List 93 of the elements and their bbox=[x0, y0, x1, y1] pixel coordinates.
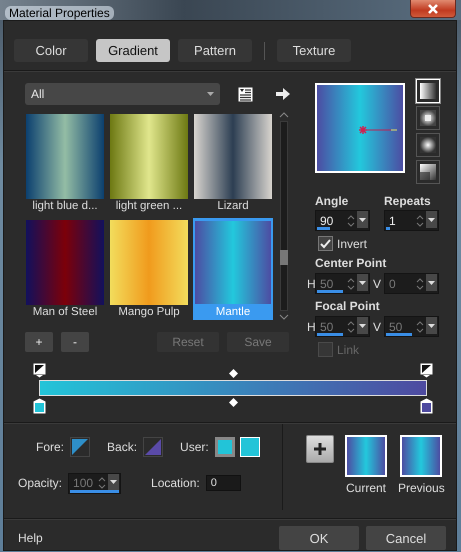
sunburst-gradient-icon bbox=[418, 135, 438, 155]
gradient-name: Man of Steel bbox=[32, 306, 98, 318]
section-label: Center Point bbox=[315, 256, 388, 270]
spin-arrows-icon bbox=[416, 276, 424, 290]
axis-label: H bbox=[307, 276, 315, 290]
dropdown-arrow-icon bbox=[428, 280, 435, 284]
close-button[interactable] bbox=[410, 0, 456, 18]
checkbox-label: Invert bbox=[337, 236, 368, 250]
color-stop[interactable] bbox=[33, 398, 46, 414]
help-button[interactable]: Help bbox=[18, 531, 43, 545]
spin-arrows-icon bbox=[347, 276, 355, 290]
window-title: Material Properties bbox=[5, 6, 114, 20]
dropdown-arrow-icon bbox=[428, 218, 435, 222]
spin-box[interactable]: 90 bbox=[315, 210, 370, 231]
axis-label: V bbox=[372, 276, 382, 290]
style-button[interactable] bbox=[416, 133, 440, 157]
swatch-label: Previous bbox=[398, 481, 445, 495]
dropdown-arrow-icon bbox=[359, 280, 366, 284]
angle-handle-icon bbox=[359, 125, 399, 135]
gradient-tile[interactable]: Mango Pulp bbox=[109, 218, 189, 320]
gradient-name: light green ... bbox=[116, 200, 182, 212]
plus-icon bbox=[313, 442, 327, 456]
field-label: Fore: bbox=[36, 440, 64, 454]
ok-button[interactable]: OK bbox=[279, 526, 359, 550]
dropdown-arrow-icon bbox=[207, 92, 214, 96]
gradient-tile[interactable]: light green ... bbox=[109, 112, 189, 214]
tab[interactable]: Gradient bbox=[96, 39, 170, 62]
color-stop[interactable] bbox=[420, 398, 433, 414]
gradient-name: Lizard bbox=[217, 200, 249, 212]
spin-arrows-icon bbox=[416, 320, 424, 334]
tab[interactable]: Color bbox=[14, 39, 88, 62]
close-icon bbox=[427, 4, 439, 14]
style-button[interactable] bbox=[416, 160, 440, 184]
spin-box[interactable]: 1 bbox=[384, 210, 439, 231]
library-button[interactable]: + bbox=[25, 332, 53, 352]
field-label: Repeats bbox=[384, 194, 432, 208]
gradient-name: light blue d... bbox=[32, 200, 98, 212]
arrow-right-icon bbox=[276, 88, 290, 100]
dropdown-arrow-icon bbox=[110, 480, 118, 484]
scroll-down-icon bbox=[279, 314, 289, 320]
spin-arrows-icon bbox=[347, 214, 355, 228]
field-label: User: bbox=[180, 440, 209, 454]
gradient-preview[interactable] bbox=[315, 83, 405, 173]
dropdown-arrow-icon bbox=[428, 324, 435, 328]
tab[interactable]: Texture bbox=[277, 39, 351, 62]
back-swatch[interactable] bbox=[143, 437, 164, 457]
gradient-name: Mango Pulp bbox=[118, 306, 180, 318]
scrollbar[interactable] bbox=[278, 112, 290, 320]
gradient-tile[interactable]: Man of Steel bbox=[25, 218, 105, 320]
field-label: Opacity: bbox=[18, 476, 62, 490]
opacity-stop-icon bbox=[33, 363, 46, 378]
checkmark-icon bbox=[320, 238, 331, 248]
spin-arrows-icon bbox=[347, 320, 355, 334]
section-label: Focal Point bbox=[315, 299, 381, 313]
radial-gradient-icon bbox=[418, 162, 438, 182]
dropdown-arrow-icon bbox=[359, 218, 366, 222]
gradient-swatch bbox=[345, 435, 387, 477]
spin-arrows-icon bbox=[416, 214, 424, 228]
checkbox-label: Link bbox=[337, 342, 360, 356]
gradient-swatch bbox=[400, 435, 442, 477]
gradient-name: Mantle bbox=[216, 306, 250, 318]
opacity-stop-icon bbox=[420, 363, 433, 378]
color-triangle-icon bbox=[72, 439, 88, 455]
location-field[interactable]: 0 bbox=[206, 475, 241, 491]
category-dropdown[interactable]: All bbox=[25, 83, 220, 105]
gradient-bar[interactable] bbox=[39, 380, 427, 396]
user-swatch[interactable] bbox=[240, 437, 260, 457]
gradient-tile[interactable]: light blue d... bbox=[25, 112, 105, 214]
axis-label: V bbox=[372, 320, 382, 334]
field-label: Angle bbox=[315, 194, 350, 208]
midpoint-icon bbox=[228, 369, 238, 378]
gradient-tile[interactable]: Lizard bbox=[193, 112, 273, 214]
dropdown-arrow-icon bbox=[359, 324, 366, 328]
midpoint-icon bbox=[228, 398, 238, 407]
field-label: Location: bbox=[151, 476, 200, 490]
color-triangle-icon bbox=[145, 439, 162, 455]
rectangular-gradient-icon bbox=[418, 108, 438, 128]
tab[interactable]: Pattern bbox=[178, 39, 252, 62]
add-button[interactable] bbox=[306, 435, 334, 463]
cancel-button[interactable]: Cancel bbox=[366, 526, 446, 550]
scroll-up-icon bbox=[279, 112, 289, 118]
spin-arrows-icon bbox=[98, 476, 106, 490]
list-view-icon bbox=[238, 86, 253, 102]
library-button[interactable]: - bbox=[61, 332, 89, 352]
axis-label: H bbox=[307, 320, 315, 334]
scroll-thumb[interactable] bbox=[280, 250, 288, 265]
linear-gradient-icon bbox=[418, 81, 438, 101]
field-label: Back: bbox=[107, 440, 138, 454]
swatch-label: Current bbox=[346, 481, 386, 495]
checkbox[interactable] bbox=[318, 236, 333, 251]
fore-swatch[interactable] bbox=[70, 437, 90, 457]
style-button[interactable] bbox=[416, 106, 440, 130]
user-swatch[interactable] bbox=[214, 437, 235, 457]
